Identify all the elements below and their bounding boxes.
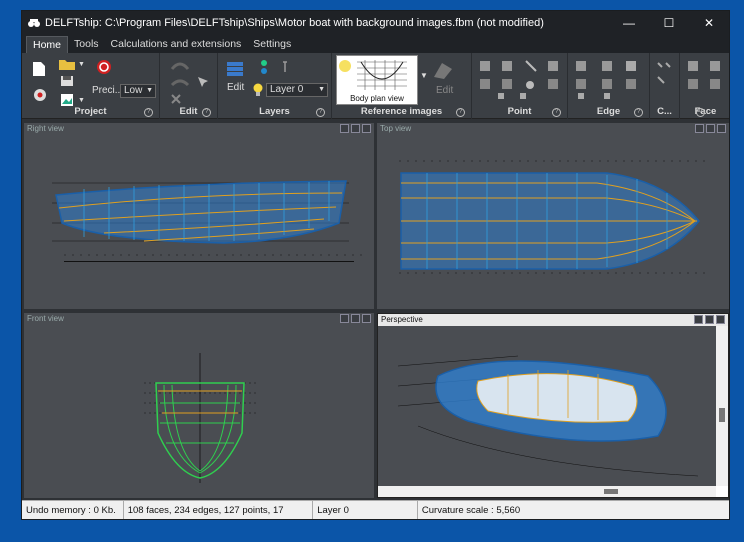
chevron-down-icon[interactable]: ▼ [420, 71, 428, 80]
group-options-icon[interactable]: ? [634, 108, 643, 117]
face-tools-icon[interactable] [686, 59, 726, 99]
layer-select[interactable]: Layer 0 ▼ [266, 83, 328, 97]
undo-icon[interactable] [170, 59, 190, 73]
chevron-down-icon[interactable]: ▼ [78, 97, 85, 104]
ribbon: ▼ ▼ Preci... Low▼ Project ? Edit ? Edit [22, 53, 729, 119]
scrollbar-thumb[interactable] [719, 408, 725, 422]
group-options-icon[interactable]: ? [316, 108, 325, 117]
group-project: ▼ ▼ Preci... Low ▼ Project ? [22, 53, 160, 119]
status-curvature: Curvature scale : 5,560 [421, 505, 521, 516]
precision-select[interactable]: Low ▼ [120, 84, 156, 98]
app-window: DELFTship: C:\Program Files\DELFTship\Sh… [21, 10, 730, 520]
reference-view-label: Body plan view [350, 94, 404, 103]
tab-calculations[interactable]: Calculations and extensions [105, 36, 248, 53]
top-view-drawing [399, 160, 707, 274]
layers-icon[interactable] [225, 59, 245, 79]
precision-value: Low [124, 85, 143, 96]
status-undo: Undo memory : 0 Kb. [22, 501, 124, 519]
right-view-drawing [52, 180, 364, 262]
tab-settings[interactable]: Settings [247, 36, 297, 53]
group-layers: Edit Layer 0 ▼ Layers ? [218, 53, 332, 119]
minimize-button[interactable]: — [609, 11, 649, 35]
scrollbar-thumb[interactable] [604, 489, 618, 494]
save-icon[interactable] [60, 75, 74, 87]
curve-tools-icon[interactable] [656, 61, 676, 91]
group-face: Face ? [680, 53, 729, 119]
power-icon[interactable] [96, 59, 112, 75]
select-arrow-icon[interactable] [196, 75, 210, 89]
front-view-drawing [144, 353, 256, 483]
new-file-icon[interactable] [32, 61, 46, 77]
edge-tools-icon[interactable] [574, 59, 646, 101]
layers-edit-label[interactable]: Edit [227, 82, 244, 93]
viewport-close-icon[interactable] [716, 315, 725, 324]
precision-label: Preci... [92, 85, 124, 96]
delete-icon[interactable] [170, 93, 182, 105]
chevron-down-icon[interactable]: ▼ [78, 61, 85, 68]
perspective-drawing [397, 355, 699, 477]
status-layer: Layer 0 [313, 501, 418, 519]
viewport-maximize-icon[interactable] [705, 315, 714, 324]
open-folder-icon[interactable] [58, 57, 76, 71]
tab-home[interactable]: Home [26, 36, 69, 53]
group-label-curve: C... [657, 106, 672, 117]
redo-icon[interactable] [170, 77, 190, 89]
close-button[interactable]: ✕ [689, 11, 729, 35]
chevron-down-icon: ▼ [146, 87, 153, 94]
group-reference-images: Body plan view ▼ Edit Reference images ? [332, 53, 472, 119]
group-options-icon[interactable]: ? [144, 108, 153, 117]
viewport-top[interactable]: Top view [377, 123, 729, 309]
point-tools-icon[interactable] [478, 59, 564, 101]
reference-edit-icon[interactable] [432, 59, 454, 81]
body-plan-thumbnail-icon [339, 60, 407, 90]
horizontal-scrollbar[interactable] [378, 486, 716, 497]
group-options-icon[interactable]: ? [696, 108, 705, 117]
maximize-button[interactable]: ☐ [649, 11, 689, 35]
status-counts: 108 faces, 234 edges, 127 points, 17 cur… [124, 501, 314, 519]
window-title: DELFTship: C:\Program Files\DELFTship\Sh… [45, 17, 544, 29]
reference-image-preview[interactable]: Body plan view [336, 55, 418, 105]
gear-icon[interactable] [32, 87, 48, 103]
group-label-reference-images: Reference images [360, 106, 443, 117]
layer-select-value: Layer 0 [270, 84, 304, 95]
vertical-scrollbar[interactable] [716, 326, 728, 486]
lightbulb-icon[interactable] [252, 83, 264, 97]
image-export-icon[interactable] [60, 93, 74, 107]
group-point: Point ? [472, 53, 568, 119]
tab-tools[interactable]: Tools [68, 36, 105, 53]
group-label-face: Face [694, 106, 717, 117]
group-options-icon[interactable]: ? [552, 108, 561, 117]
group-label-layers: Layers [259, 106, 290, 117]
viewport-perspective[interactable]: Perspective [377, 313, 729, 498]
reference-edit-label[interactable]: Edit [436, 85, 453, 96]
layer-visibility-icon[interactable] [258, 59, 270, 77]
group-options-icon[interactable]: ? [202, 108, 211, 117]
delftship-logo-icon [28, 19, 40, 27]
viewport-right[interactable]: Right view [24, 123, 374, 309]
layer-props-icon[interactable] [280, 61, 290, 73]
viewport-minimize-icon[interactable] [694, 315, 703, 324]
perspective-canvas[interactable] [378, 326, 716, 486]
group-edge: Edge ? [568, 53, 650, 119]
group-options-icon[interactable]: ? [456, 108, 465, 117]
viewport-title: Perspective [381, 315, 423, 324]
viewport-front[interactable]: Front view [24, 313, 374, 498]
ribbon-tabs: Home Tools Calculations and extensions S… [22, 35, 729, 53]
status-bar: Undo memory : 0 Kb. 108 faces, 234 edges… [22, 500, 729, 519]
group-curve: C... [650, 53, 680, 119]
chevron-down-icon: ▼ [318, 86, 325, 93]
group-label-project: Project [74, 106, 107, 117]
group-edit: Edit ? [160, 53, 218, 119]
title-bar: DELFTship: C:\Program Files\DELFTship\Sh… [22, 11, 729, 35]
